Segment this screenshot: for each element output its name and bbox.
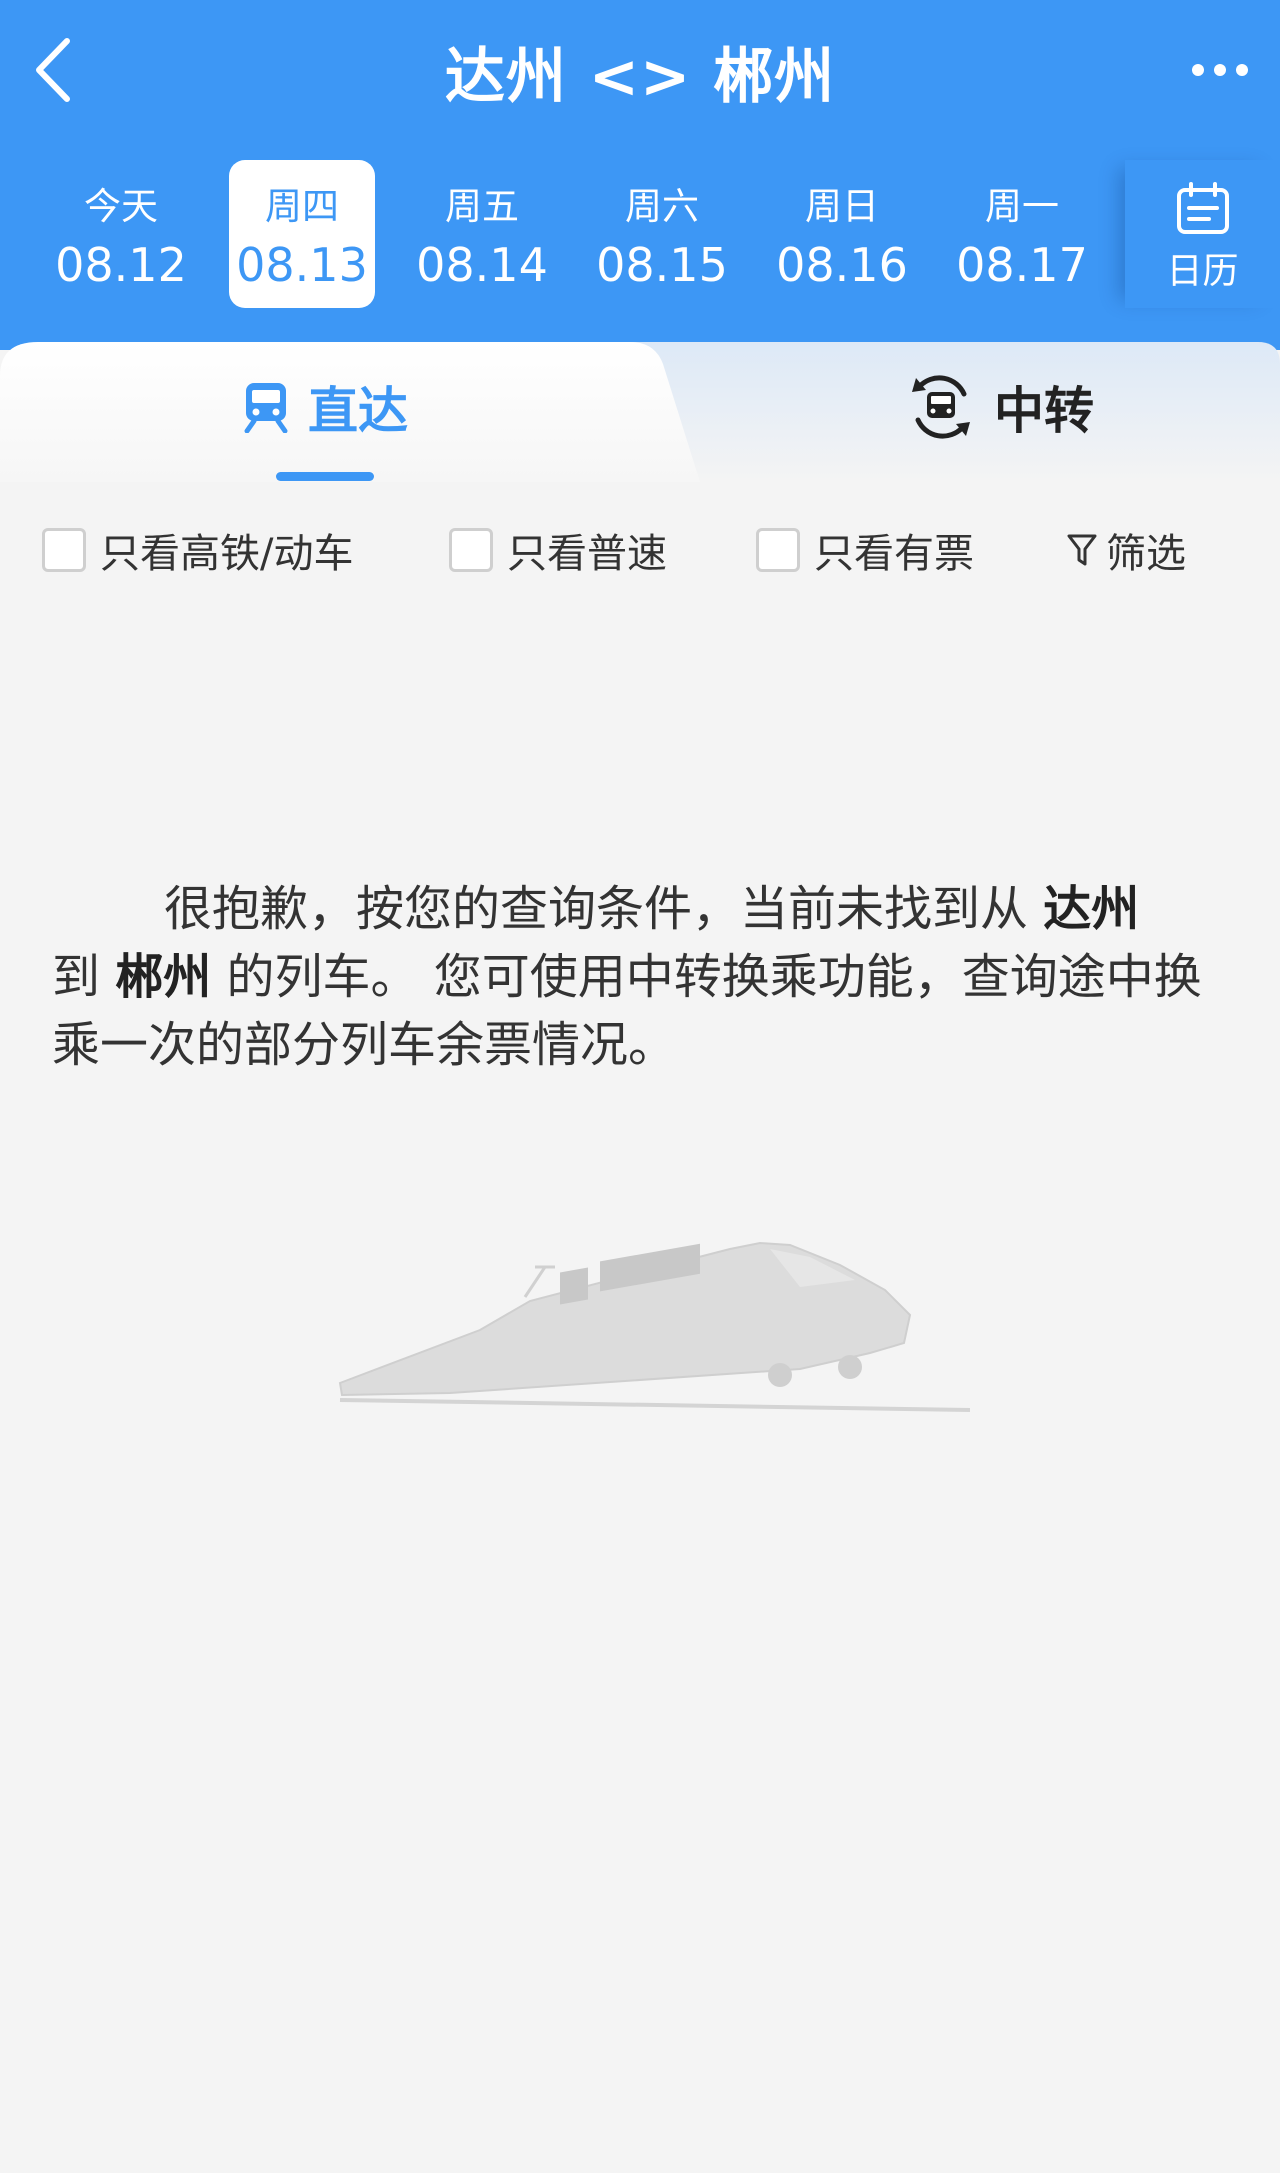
date-week: 今天	[84, 185, 158, 228]
date-item-0813[interactable]: 周四 08.13	[229, 160, 375, 308]
normal-checkbox[interactable]	[449, 528, 493, 572]
page-title: 达州 <> 郴州	[444, 42, 836, 112]
header-bar: 达州 <> 郴州 今天 08.12 周四 08.13 周五 08.14 周六 0…	[0, 0, 1280, 350]
date-item-0816[interactable]: 周日 08.16	[769, 160, 915, 308]
date-day: 08.13	[236, 238, 368, 292]
filter-normal[interactable]: 只看普速	[449, 515, 667, 585]
message-text-3: 的列车。 您可使用中转换乘功能，查询途中换乘一次的部分列车余票情况。	[52, 949, 1202, 1073]
tab-bar: 直达 中转	[0, 342, 1280, 482]
date-day: 08.14	[416, 238, 548, 292]
funnel-icon	[1067, 534, 1097, 566]
more-button[interactable]	[1180, 40, 1260, 100]
message-to-city: 郴州	[115, 949, 212, 1005]
more-dots-icon	[1192, 64, 1204, 76]
date-item-0815[interactable]: 周六 08.15	[589, 160, 735, 308]
message-text-2: 到	[52, 949, 116, 1005]
tab-direct-label: 直达	[308, 382, 408, 440]
tab-transfer-label: 中转	[994, 382, 1094, 440]
date-week: 周日	[805, 185, 879, 228]
message-from-city: 达州	[1043, 881, 1140, 937]
available-checkbox[interactable]	[756, 528, 800, 572]
screen-label: 筛选	[1106, 531, 1186, 577]
date-day: 08.16	[776, 238, 908, 292]
filter-normal-label: 只看普速	[507, 531, 667, 577]
calendar-icon	[1176, 182, 1229, 234]
train-illustration	[338, 1241, 970, 1412]
calendar-button[interactable]: 日历	[1125, 160, 1280, 308]
message-text-1: 很抱歉，按您的查询条件，当前未找到从	[164, 881, 1044, 937]
date-week: 周六	[625, 185, 699, 228]
high-speed-checkbox[interactable]	[42, 528, 86, 572]
date-day: 08.15	[596, 238, 728, 292]
filter-high-speed-label: 只看高铁/动车	[100, 531, 354, 577]
filter-available-label: 只看有票	[814, 531, 974, 577]
no-result-message: 很抱歉，按您的查询条件，当前未找到从 达州到 郴州 的列车。 您可使用中转换乘功…	[52, 875, 1242, 1079]
date-week: 周五	[445, 185, 519, 228]
transfer-train-icon	[912, 375, 970, 439]
train-icon	[244, 383, 288, 433]
date-week: 周四	[265, 185, 339, 228]
date-item-0812[interactable]: 今天 08.12	[48, 160, 194, 308]
tab-direct[interactable]: 直达	[190, 342, 460, 472]
date-item-0814[interactable]: 周五 08.14	[409, 160, 555, 308]
date-week: 周一	[985, 185, 1059, 228]
filter-bar: 只看高铁/动车 只看普速 只看有票 筛选	[0, 515, 1280, 585]
screen-button[interactable]: 筛选	[1066, 515, 1186, 585]
title-bar: 达州 <> 郴州	[0, 0, 1280, 140]
date-day: 08.12	[55, 238, 187, 292]
calendar-label: 日历	[1166, 251, 1239, 292]
tab-transfer[interactable]: 中转	[860, 342, 1140, 472]
filter-available[interactable]: 只看有票	[756, 515, 974, 585]
date-item-0817[interactable]: 周一 08.17	[949, 160, 1095, 308]
filter-high-speed[interactable]: 只看高铁/动车	[42, 515, 353, 585]
date-day: 08.17	[956, 238, 1088, 292]
active-tab-indicator	[276, 472, 374, 481]
date-selector: 今天 08.12 周四 08.13 周五 08.14 周六 08.15 周日 0…	[0, 160, 1280, 310]
